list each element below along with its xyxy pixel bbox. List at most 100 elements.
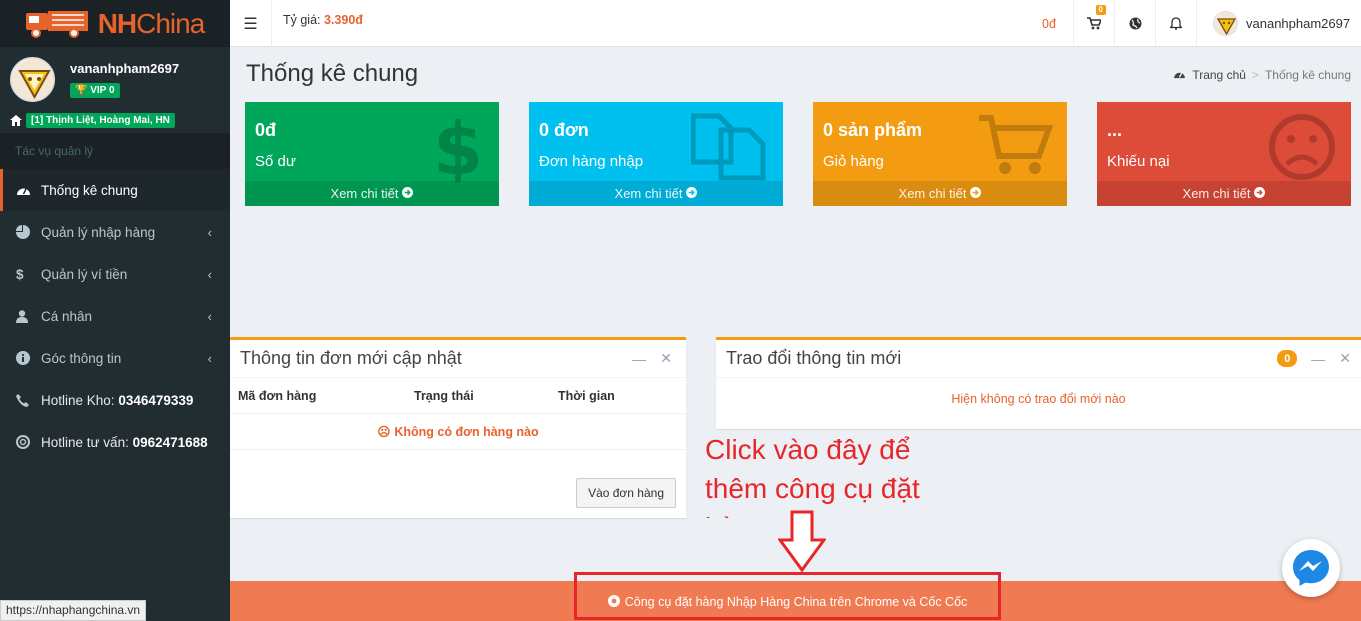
empty-message: Hiện không có trao đổi mới nào [951, 392, 1126, 406]
message-count-badge: 0 [1277, 350, 1298, 367]
arrow-circle-right-icon [402, 186, 414, 201]
menu-toggle-button[interactable]: ☰ [230, 0, 272, 47]
sidebar-item-hotline-tu-van[interactable]: Hotline tư vấn: 0962471688 [0, 421, 230, 463]
chevron-left-icon: ‹ [207, 351, 212, 366]
trophy-icon: 🏆 [75, 85, 88, 96]
chevron-left-icon: ‹ [207, 225, 212, 240]
column-header: Mã đơn hàng [238, 388, 317, 403]
header-username: vananhpham2697 [1246, 16, 1351, 31]
phone-icon [16, 393, 41, 407]
close-button[interactable]: ✕ [1339, 350, 1351, 367]
chrome-extension-link[interactable]: Công cụ đặt hàng Nhập Hàng China trên Ch… [574, 572, 1001, 620]
breadcrumb-current: Thống kê chung [1264, 68, 1351, 82]
dashboard-icon [16, 184, 41, 196]
stat-footer-label: Xem chi tiết [898, 186, 967, 201]
dashboard-icon [1173, 68, 1186, 82]
avatar [10, 57, 55, 102]
column-header: Trạng thái [414, 388, 474, 403]
stat-label: Đơn hàng nhập [539, 153, 644, 170]
chevron-left-icon: ‹ [207, 267, 212, 282]
section-header: Tác vụ quản lý [0, 133, 230, 169]
notifications-button[interactable] [1155, 0, 1196, 47]
empty-state-row: ☹ Không có đơn hàng nào [230, 414, 686, 450]
lifebuoy-icon [16, 435, 41, 449]
user-icon [16, 309, 41, 323]
vip-label: VIP 0 [90, 85, 115, 96]
stat-detail-link[interactable]: Xem chi tiết [813, 181, 1067, 206]
avatar [1213, 11, 1238, 36]
stat-label: Khiếu nại [1107, 153, 1170, 170]
sidebar-item-label: Cá nhân [41, 308, 93, 324]
home-icon [10, 115, 22, 126]
sidebar-item-thong-ke[interactable]: Thống kê chung [0, 169, 230, 211]
sidebar-item-label: Quản lý nhập hàng [41, 224, 156, 240]
dollar-icon: $ [425, 107, 485, 191]
cart-icon [1087, 17, 1101, 30]
pie-chart-icon [16, 225, 41, 239]
stat-detail-link[interactable]: Xem chi tiết [1097, 181, 1351, 206]
sidebar-item-label: Góc thông tin [41, 350, 122, 366]
breadcrumb-separator: > [1251, 68, 1259, 82]
vip-badge: 🏆 VIP 0 [70, 83, 120, 98]
stat-footer-label: Xem chi tiết [614, 186, 683, 201]
box-title: Thông tin đơn mới cập nhật [240, 348, 462, 368]
new-messages-box: Trao đổi thông tin mới 0 — ✕ Hiện không … [716, 337, 1361, 429]
arrow-circle-right-icon [686, 186, 698, 201]
stat-footer-label: Xem chi tiết [1182, 186, 1251, 201]
sidebar: NHChina vananhpham2697 🏆 VIP 0 [1] Thịnh… [0, 0, 230, 621]
close-button[interactable]: ✕ [660, 350, 672, 367]
stat-value: 0đ [255, 120, 277, 140]
sidebar-item-ca-nhan[interactable]: Cá nhân ‹ [0, 295, 230, 337]
logo[interactable]: NHChina [0, 0, 230, 47]
stat-box-orders: 0 đơn Đơn hàng nhập Xem chi tiết [529, 102, 783, 206]
brand-name-nh: NH [97, 7, 137, 39]
stat-detail-link[interactable]: Xem chi tiết [245, 181, 499, 206]
stat-box-cart: 0 sản phẩm Giỏ hàng Xem chi tiết [813, 102, 1067, 206]
sidebar-item-label: Quản lý ví tiền [41, 266, 128, 282]
minimize-button[interactable]: — [1311, 351, 1325, 367]
minimize-button[interactable]: — [632, 351, 646, 367]
top-navbar: ☰ Tỷ giá: 3.390đ 0đ 0 vananhpham2697 [230, 0, 1361, 47]
stat-label: Giỏ hàng [823, 153, 884, 170]
stat-detail-link[interactable]: Xem chi tiết [529, 181, 783, 206]
stat-footer-label: Xem chi tiết [330, 186, 399, 201]
stat-box-complaints: ... Khiếu nại Xem chi tiết [1097, 102, 1351, 206]
messenger-chat-button[interactable] [1282, 539, 1340, 597]
cart-button[interactable]: 0 [1073, 0, 1114, 47]
sidebar-item-goc-thong-tin[interactable]: Góc thông tin ‹ [0, 337, 230, 379]
arrow-circle-right-icon [970, 186, 982, 201]
hotline-kho-number: 0346479339 [118, 392, 194, 408]
arrow-down-icon [778, 510, 826, 572]
language-button[interactable] [1114, 0, 1155, 47]
truck-logo-icon [25, 10, 88, 38]
instruction-annotation: Click vào đây để thêm công cụ đặt hàng [705, 434, 920, 518]
column-header: Thời gian [558, 388, 615, 403]
recent-orders-box: Thông tin đơn mới cập nhật — ✕ Mã đơn hà… [230, 337, 686, 518]
sidebar-item-label: Thống kê chung [41, 182, 138, 198]
globe-icon [1129, 17, 1141, 30]
stat-value: ... [1107, 120, 1123, 140]
files-icon [690, 112, 769, 185]
cart-icon [977, 112, 1054, 181]
user-menu[interactable]: vananhpham2697 [1196, 0, 1361, 47]
go-to-orders-button[interactable]: Vào đơn hàng [576, 478, 676, 508]
box-title: Trao đổi thông tin mới [726, 348, 902, 368]
sidebar-item-nhap-hang[interactable]: Quản lý nhập hàng ‹ [0, 211, 230, 253]
hotline-kho-label: Hotline Kho: [41, 392, 115, 408]
page-title: Thống kê chung [246, 60, 419, 87]
stat-value: 0 sản phẩm [823, 120, 923, 140]
arrow-circle-right-icon [1254, 186, 1266, 201]
chevron-left-icon: ‹ [207, 309, 212, 324]
sad-face-icon [1267, 112, 1337, 185]
breadcrumb-home-link[interactable]: Trang chủ [1192, 68, 1246, 82]
breadcrumb: Trang chủ > Thống kê chung [1173, 68, 1351, 82]
sad-face-icon: ☹ [377, 425, 391, 439]
sidebar-item-hotline-kho[interactable]: Hotline Kho: 0346479339 [0, 379, 230, 421]
hotline-tv-number: 0962471688 [132, 434, 208, 450]
sidebar-item-vi-tien[interactable]: $ Quản lý ví tiền ‹ [0, 253, 230, 295]
stat-value: 0 đơn [539, 120, 589, 140]
table-header: Mã đơn hàng Trạng thái Thời gian [230, 378, 686, 414]
exchange-rate: Tỷ giá: 3.390đ [283, 13, 363, 27]
hamburger-icon: ☰ [243, 15, 258, 33]
user-panel: vananhpham2697 🏆 VIP 0 [1] Thịnh Liệt, H… [0, 47, 230, 133]
